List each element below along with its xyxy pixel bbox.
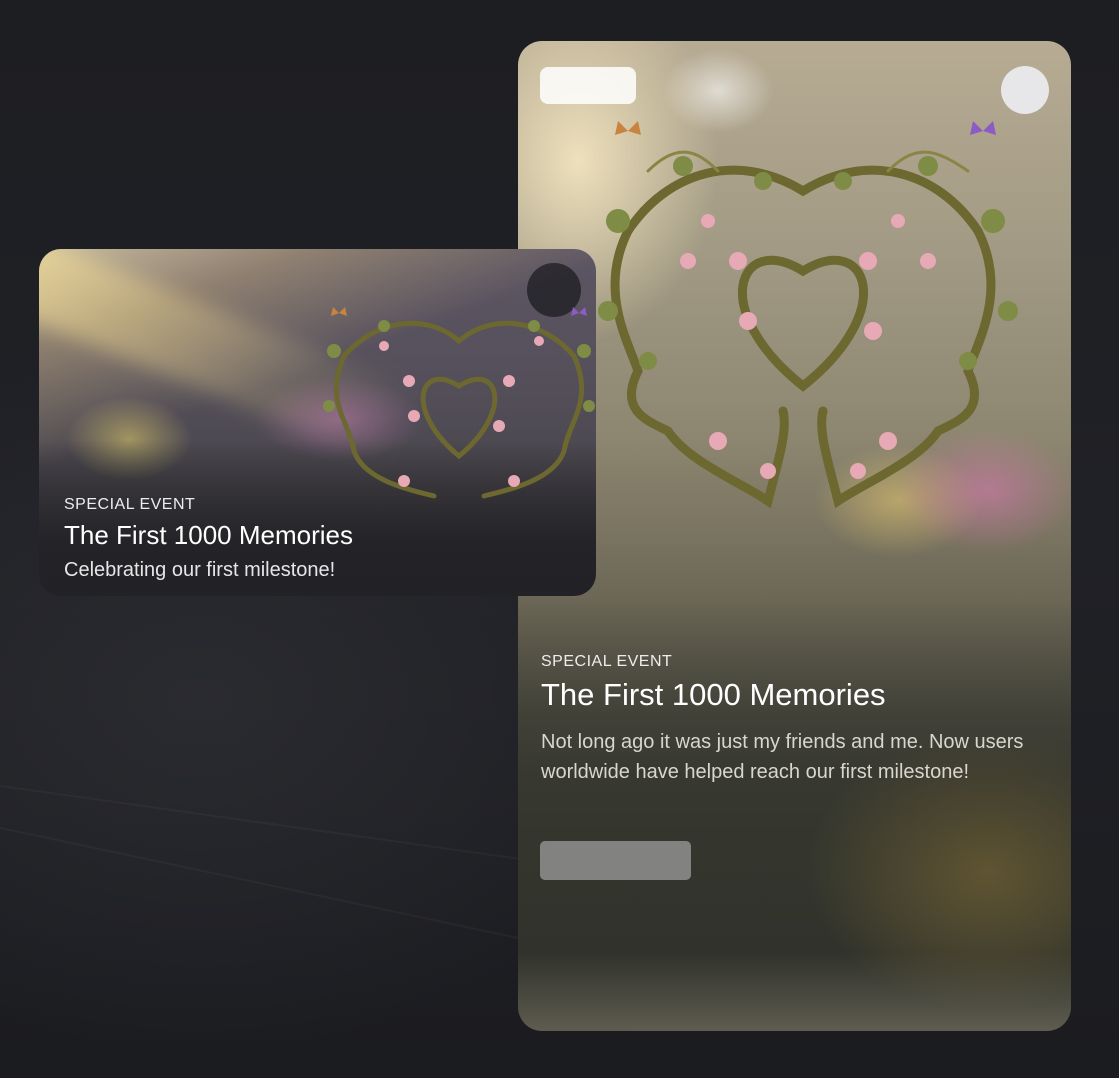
event-title: The First 1000 Memories bbox=[541, 677, 886, 712]
event-card-small[interactable]: SPECIAL EVENT The First 1000 Memories Ce… bbox=[39, 249, 596, 596]
event-description: Celebrating our first milestone! bbox=[64, 559, 336, 581]
event-card-large[interactable]: SPECIAL EVENT The First 1000 Memories No… bbox=[518, 41, 1071, 1031]
large-card-text: SPECIAL EVENT The First 1000 Memories No… bbox=[541, 653, 1041, 787]
small-card-text: SPECIAL EVENT The First 1000 Memories Ce… bbox=[64, 496, 564, 582]
event-eyebrow: SPECIAL EVENT bbox=[541, 653, 673, 670]
event-description: Not long ago it was just my friends and … bbox=[541, 731, 1024, 783]
background-streak bbox=[0, 818, 544, 945]
event-title: The First 1000 Memories bbox=[64, 520, 353, 550]
top-left-pill-placeholder[interactable] bbox=[540, 67, 636, 104]
event-eyebrow: SPECIAL EVENT bbox=[64, 496, 196, 513]
background-streak bbox=[0, 771, 597, 870]
action-button-placeholder[interactable] bbox=[540, 841, 691, 880]
heart-vine-wreath-icon bbox=[598, 121, 1018, 509]
close-button-placeholder[interactable] bbox=[1001, 66, 1049, 114]
heart-vine-wreath-icon bbox=[323, 307, 595, 499]
